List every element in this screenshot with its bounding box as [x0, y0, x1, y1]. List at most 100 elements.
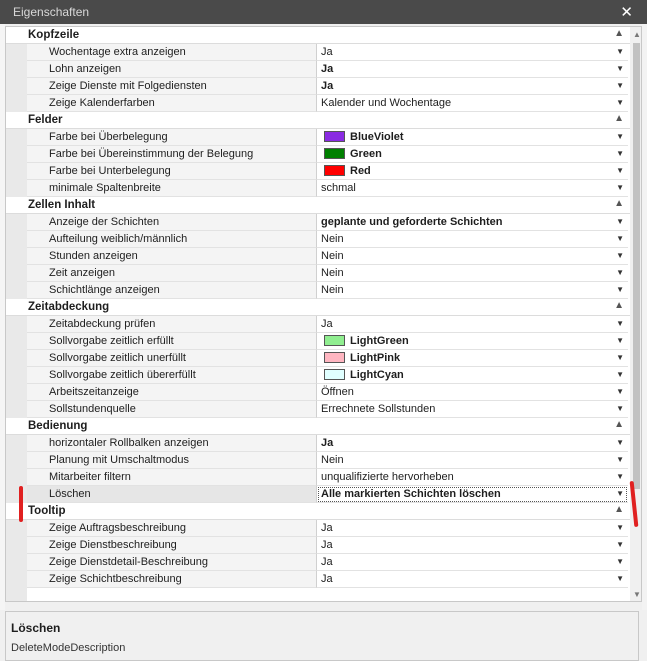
property-value-cell[interactable]: Ja ▼: [317, 537, 628, 554]
property-value-cell[interactable]: LightCyan ▼: [317, 367, 628, 384]
property-name-cell[interactable]: Löschen: [27, 486, 317, 503]
property-value-cell[interactable]: Red ▼: [317, 163, 628, 180]
property-name-cell[interactable]: Zeitabdeckung prüfen: [27, 316, 317, 333]
property-row[interactable]: Schichtlänge anzeigen Nein ▼: [6, 282, 630, 299]
collapse-icon[interactable]: ▲: [614, 198, 624, 209]
dropdown-arrow-icon[interactable]: ▼: [616, 489, 624, 498]
property-row[interactable]: Zeitabdeckung prüfen Ja ▼: [6, 316, 630, 333]
property-row[interactable]: Mitarbeiter filtern unqualifizierte hervo…: [6, 469, 630, 486]
property-row[interactable]: Farbe bei Unterbelegung Red ▼: [6, 163, 630, 180]
property-name-cell[interactable]: Lohn anzeigen: [27, 61, 317, 78]
property-name-cell[interactable]: Aufteilung weiblich/männlich: [27, 231, 317, 248]
property-name-cell[interactable]: Farbe bei Unterbelegung: [27, 163, 317, 180]
property-row[interactable]: Zeige Schichtbeschreibung Ja ▼: [6, 571, 630, 588]
property-value-cell[interactable]: Nein ▼: [317, 265, 628, 282]
property-row[interactable]: Wochentage extra anzeigen Ja ▼: [6, 44, 630, 61]
property-name-cell[interactable]: Sollvorgabe zeitlich übererfüllt: [27, 367, 317, 384]
property-row[interactable]: Arbeitszeitanzeige Öffnen ▼: [6, 384, 630, 401]
dropdown-arrow-icon[interactable]: ▼: [616, 387, 624, 396]
category-felder[interactable]: Felder ▲: [6, 112, 630, 129]
category-zellen-inhalt[interactable]: Zellen Inhalt ▲: [6, 197, 630, 214]
dropdown-arrow-icon[interactable]: ▼: [616, 336, 624, 345]
property-value-cell[interactable]: schmal ▼: [317, 180, 628, 197]
property-name-cell[interactable]: Planung mit Umschaltmodus: [27, 452, 317, 469]
property-value-cell[interactable]: Nein ▼: [317, 248, 628, 265]
category-bedienung[interactable]: Bedienung ▲: [6, 418, 630, 435]
property-row[interactable]: Zeige Auftragsbeschreibung Ja ▼: [6, 520, 630, 537]
property-name-cell[interactable]: Zeige Dienste mit Folgediensten: [27, 78, 317, 95]
property-name-cell[interactable]: Sollstundenquelle: [27, 401, 317, 418]
property-value-cell[interactable]: Green ▼: [317, 146, 628, 163]
property-row[interactable]: Zeit anzeigen Nein ▼: [6, 265, 630, 282]
property-row[interactable]: Sollstundenquelle Errechnete Sollstunden ▼: [6, 401, 630, 418]
collapse-icon[interactable]: ▲: [614, 504, 624, 515]
property-value-cell[interactable]: Ja ▼: [317, 435, 628, 452]
property-row[interactable]: Zeige Kalenderfarben Kalender und Wochent…: [6, 95, 630, 112]
property-row[interactable]: Planung mit Umschaltmodus Nein ▼: [6, 452, 630, 469]
property-value-cell[interactable]: Nein ▼: [317, 452, 628, 469]
dropdown-arrow-icon[interactable]: ▼: [616, 217, 624, 226]
property-value-cell[interactable]: Ja ▼: [317, 316, 628, 333]
property-row[interactable]: Farbe bei Übereinstimmung der Belegung Gr…: [6, 146, 630, 163]
dropdown-arrow-icon[interactable]: ▼: [616, 319, 624, 328]
category-kopfzeile[interactable]: Kopfzeile ▲: [6, 27, 630, 44]
property-name-cell[interactable]: Sollvorgabe zeitlich erfüllt: [27, 333, 317, 350]
dropdown-arrow-icon[interactable]: ▼: [616, 557, 624, 566]
property-value-cell[interactable]: LightPink ▼: [317, 350, 628, 367]
property-row[interactable]: Zeige Dienstdetail-Beschreibung Ja ▼: [6, 554, 630, 571]
property-name-cell[interactable]: Wochentage extra anzeigen: [27, 44, 317, 61]
category-zeitabdeckung[interactable]: Zeitabdeckung ▲: [6, 299, 630, 316]
dropdown-arrow-icon[interactable]: ▼: [616, 81, 624, 90]
dropdown-arrow-icon[interactable]: ▼: [616, 540, 624, 549]
property-value-cell[interactable]: Errechnete Sollstunden ▼: [317, 401, 628, 418]
scroll-down-icon[interactable]: ▼: [633, 590, 641, 599]
dropdown-arrow-icon[interactable]: ▼: [616, 455, 624, 464]
dropdown-arrow-icon[interactable]: ▼: [616, 438, 624, 447]
property-value-cell[interactable]: Ja ▼: [317, 571, 628, 588]
property-name-cell[interactable]: Zeige Schichtbeschreibung: [27, 571, 317, 588]
property-value-cell[interactable]: Ja ▼: [317, 44, 628, 61]
scroll-thumb[interactable]: [633, 43, 640, 489]
property-value-cell[interactable]: BlueViolet ▼: [317, 129, 628, 146]
property-row[interactable]: Sollvorgabe zeitlich erfüllt LightGreen ▼: [6, 333, 630, 350]
property-value-cell[interactable]: Ja ▼: [317, 61, 628, 78]
dropdown-arrow-icon[interactable]: ▼: [616, 64, 624, 73]
scroll-up-icon[interactable]: ▲: [633, 30, 641, 39]
property-row[interactable]: horizontaler Rollbalken anzeigen Ja ▼: [6, 435, 630, 452]
property-row[interactable]: Lohn anzeigen Ja ▼: [6, 61, 630, 78]
property-value-cell[interactable]: Öffnen ▼: [317, 384, 628, 401]
property-name-cell[interactable]: Zeit anzeigen: [27, 265, 317, 282]
property-value-cell[interactable]: Nein ▼: [317, 282, 628, 299]
property-name-cell[interactable]: Arbeitszeitanzeige: [27, 384, 317, 401]
property-value-cell[interactable]: Alle markierten Schichten löschen ▼: [317, 486, 628, 503]
property-name-cell[interactable]: Schichtlänge anzeigen: [27, 282, 317, 299]
property-value-cell[interactable]: geplante und geforderte Schichten ▼: [317, 214, 628, 231]
property-row[interactable]: Löschen Alle markierten Schichten löschen…: [6, 486, 630, 503]
property-name-cell[interactable]: horizontaler Rollbalken anzeigen: [27, 435, 317, 452]
property-name-cell[interactable]: Zeige Dienstbeschreibung: [27, 537, 317, 554]
category-tooltip[interactable]: Tooltip ▲: [6, 503, 630, 520]
property-name-cell[interactable]: Zeige Kalenderfarben: [27, 95, 317, 112]
dropdown-arrow-icon[interactable]: ▼: [616, 132, 624, 141]
collapse-icon[interactable]: ▲: [614, 300, 624, 311]
property-value-cell[interactable]: Nein ▼: [317, 231, 628, 248]
property-name-cell[interactable]: minimale Spaltenbreite: [27, 180, 317, 197]
property-value-cell[interactable]: LightGreen ▼: [317, 333, 628, 350]
property-value-cell[interactable]: Ja ▼: [317, 520, 628, 537]
property-name-cell[interactable]: Sollvorgabe zeitlich unerfüllt: [27, 350, 317, 367]
property-value-cell[interactable]: Kalender und Wochentage ▼: [317, 95, 628, 112]
dropdown-arrow-icon[interactable]: ▼: [616, 268, 624, 277]
dropdown-arrow-icon[interactable]: ▼: [616, 404, 624, 413]
property-name-cell[interactable]: Zeige Auftragsbeschreibung: [27, 520, 317, 537]
dropdown-arrow-icon[interactable]: ▼: [616, 166, 624, 175]
collapse-icon[interactable]: ▲: [614, 113, 624, 124]
close-icon[interactable]: ✕: [620, 3, 633, 21]
dropdown-arrow-icon[interactable]: ▼: [616, 353, 624, 362]
property-row[interactable]: Zeige Dienstbeschreibung Ja ▼: [6, 537, 630, 554]
property-row[interactable]: Aufteilung weiblich/männlich Nein ▼: [6, 231, 630, 248]
property-row[interactable]: Sollvorgabe zeitlich übererfüllt LightCya…: [6, 367, 630, 384]
collapse-icon[interactable]: ▲: [614, 419, 624, 430]
property-name-cell[interactable]: Farbe bei Überbelegung: [27, 129, 317, 146]
dropdown-arrow-icon[interactable]: ▼: [616, 98, 624, 107]
property-row[interactable]: Anzeige der Schichten geplante und geford…: [6, 214, 630, 231]
